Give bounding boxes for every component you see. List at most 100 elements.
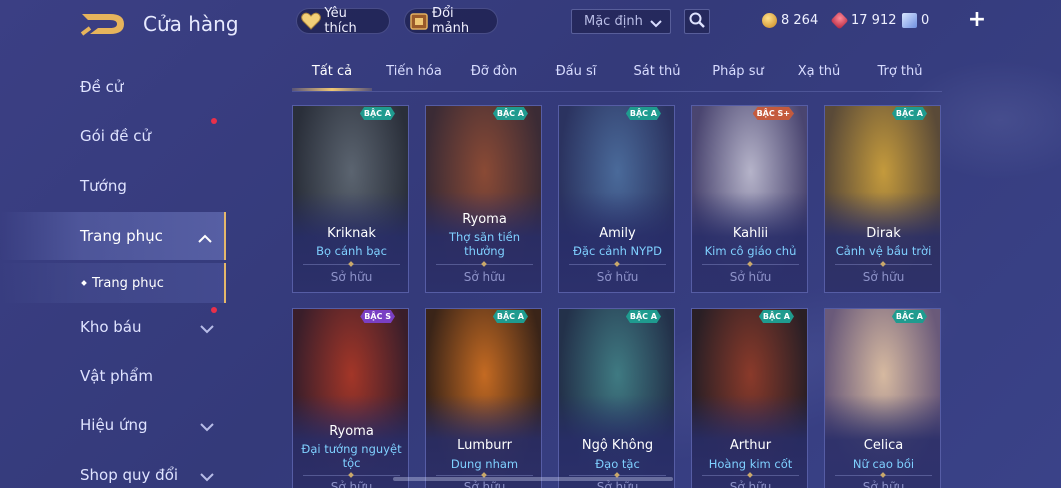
- tab-tank[interactable]: Đỡ đòn: [454, 64, 534, 90]
- tier-badge: BẬC A: [891, 107, 927, 120]
- tier-badge: BẬC A: [492, 107, 528, 120]
- tab-assassin[interactable]: Sát thủ: [617, 64, 697, 90]
- tier-badge: BẬC A: [758, 310, 794, 323]
- category-tabs: Tất cả Tiến hóa Đỡ đòn Đấu sĩ Sát thủ Ph…: [292, 58, 942, 92]
- skin-name: Đại tướng nguyệt tộc: [301, 442, 402, 470]
- tab-mage[interactable]: Pháp sư: [698, 64, 778, 90]
- skin-card[interactable]: BẬC A Arthur Hoàng kim cốt Sở hữu: [691, 308, 808, 488]
- tier-badge: BẬC A: [492, 310, 528, 323]
- skin-card[interactable]: BẬC A Dirak Cảnh vệ bầu trời Sở hữu: [824, 105, 941, 293]
- owned-status: Sở hữu: [330, 270, 373, 284]
- back-button-icon[interactable]: [80, 11, 126, 37]
- tier-badge: BẬC A: [891, 310, 927, 323]
- hero-name: Amily: [599, 226, 636, 241]
- hero-name: Kriknak: [327, 226, 376, 241]
- skin-card[interactable]: BẬC A Lumburr Dung nham Sở hữu: [425, 308, 542, 488]
- notification-dot: [211, 118, 217, 124]
- sidebar-item-label: Trang phục: [80, 227, 163, 245]
- skin-name: Đặc cảnh NYPD: [573, 244, 662, 258]
- divider: [303, 475, 400, 476]
- divider: [303, 264, 400, 265]
- favorites-label: Yêu thích: [324, 6, 357, 36]
- skin-name: Cảnh vệ bầu trời: [835, 244, 932, 258]
- hero-name: Dirak: [866, 226, 901, 241]
- owned-status: Sở hữu: [729, 480, 772, 488]
- sidebar-subitem-skins[interactable]: Trang phục: [0, 263, 226, 303]
- chevron-down-icon: [200, 468, 214, 486]
- skin-card[interactable]: BẬC S Ryoma Đại tướng nguyệt tộc Sở hữu: [292, 308, 409, 488]
- owned-status: Sở hữu: [862, 270, 905, 284]
- add-currency-button[interactable]: +: [965, 8, 989, 32]
- skin-name: Hoàng kim cốt: [708, 457, 793, 471]
- sidebar-item-label: Tướng: [80, 177, 127, 195]
- owned-status: Sở hữu: [596, 480, 639, 488]
- shard-chest-icon: [409, 10, 429, 32]
- gold-value: 8 264: [781, 12, 819, 28]
- voucher-icon: [902, 12, 917, 28]
- sidebar-item-effects[interactable]: Hiệu ứng: [0, 401, 226, 449]
- sidebar-item-label: Gói đề cử: [80, 127, 152, 145]
- owned-status: Sở hữu: [862, 480, 905, 488]
- top-bar: Cửa hàng Yêu thích Đổi mảnh Mặc định 8 2…: [0, 0, 1061, 48]
- sidebar-item-exchange-shop[interactable]: Shop quy đổi: [0, 451, 226, 488]
- sidebar-item-featured[interactable]: Đề cử: [0, 63, 226, 111]
- divider: [835, 475, 932, 476]
- skin-card[interactable]: BẬC A Amily Đặc cảnh NYPD Sở hữu: [558, 105, 675, 293]
- bullet-icon: [81, 280, 87, 286]
- owned-status: Sở hữu: [596, 270, 639, 284]
- horizontal-scrollbar[interactable]: [393, 477, 673, 481]
- ruby-value: 17 912: [851, 12, 897, 28]
- skin-card[interactable]: BẬC A Celica Nữ cao bồi Sở hữu: [824, 308, 941, 488]
- sidebar-item-heroes[interactable]: Tướng: [0, 162, 226, 210]
- page-title: Cửa hàng: [143, 12, 239, 36]
- divider: [436, 475, 533, 476]
- active-tab-indicator: [292, 88, 372, 91]
- chevron-down-icon: [200, 418, 214, 436]
- hero-name: Ngộ Không: [581, 438, 654, 453]
- sort-dropdown[interactable]: Mặc định: [571, 9, 671, 34]
- owned-status: Sở hữu: [330, 480, 373, 488]
- tab-evolution[interactable]: Tiến hóa: [374, 64, 454, 90]
- skin-name: Bọ cánh bạc: [316, 244, 387, 258]
- sidebar-item-items[interactable]: Vật phẩm: [0, 352, 226, 400]
- hero-name: Ryoma: [329, 424, 374, 439]
- favorites-button[interactable]: Yêu thích: [296, 6, 390, 36]
- voucher-value: 0: [921, 12, 930, 28]
- divider: [702, 264, 799, 265]
- sidebar: Đề cử Gói đề cử Tướng Trang phục Trang p…: [0, 60, 226, 488]
- tab-support[interactable]: Trợ thủ: [860, 64, 940, 90]
- skin-name: Đạo tặc: [595, 457, 640, 471]
- sidebar-item-label: Vật phẩm: [80, 367, 153, 385]
- sidebar-item-label: Đề cử: [80, 78, 124, 96]
- sidebar-item-featured-packs[interactable]: Gói đề cử: [0, 112, 226, 160]
- chevron-down-icon: [200, 320, 214, 338]
- tab-fighter[interactable]: Đấu sĩ: [536, 64, 616, 90]
- owned-status: Sở hữu: [729, 270, 772, 284]
- skin-card[interactable]: BẬC A Kriknak Bọ cánh bạc Sở hữu: [292, 105, 409, 293]
- sidebar-item-skins[interactable]: Trang phục: [0, 212, 226, 260]
- tab-marksman[interactable]: Xạ thủ: [779, 64, 859, 90]
- heart-icon: [301, 10, 322, 32]
- skin-name: Dung nham: [450, 457, 519, 471]
- owned-status: Sở hữu: [463, 270, 506, 284]
- voucher-balance: 0: [902, 10, 929, 30]
- tier-badge: BẬC S+: [752, 107, 794, 120]
- skin-card[interactable]: BẬC S+ Kahlii Kim cô giáo chủ Sở hữu: [691, 105, 808, 293]
- exchange-shards-button[interactable]: Đổi mảnh: [404, 6, 498, 36]
- skin-card[interactable]: BẬC A Ryoma Thợ săn tiền thưởng Sở hữu: [425, 105, 542, 293]
- hero-name: Arthur: [729, 438, 772, 453]
- tier-badge: BẬC A: [359, 107, 395, 120]
- chevron-up-icon: [198, 229, 212, 247]
- search-button[interactable]: [684, 9, 710, 34]
- tier-badge: BẬC S: [360, 310, 395, 323]
- chevron-down-icon: [650, 17, 662, 32]
- sidebar-item-label: Shop quy đổi: [80, 466, 179, 484]
- sidebar-item-treasure[interactable]: Kho báu: [0, 303, 226, 351]
- ruby-balance: 17 912: [830, 10, 897, 30]
- tier-badge: BẬC A: [625, 107, 661, 120]
- divider: [436, 264, 533, 265]
- tab-all[interactable]: Tất cả: [292, 64, 372, 90]
- divider: [569, 264, 666, 265]
- skin-card[interactable]: BẬC A Ngộ Không Đạo tặc Sở hữu: [558, 308, 675, 488]
- divider: [702, 475, 799, 476]
